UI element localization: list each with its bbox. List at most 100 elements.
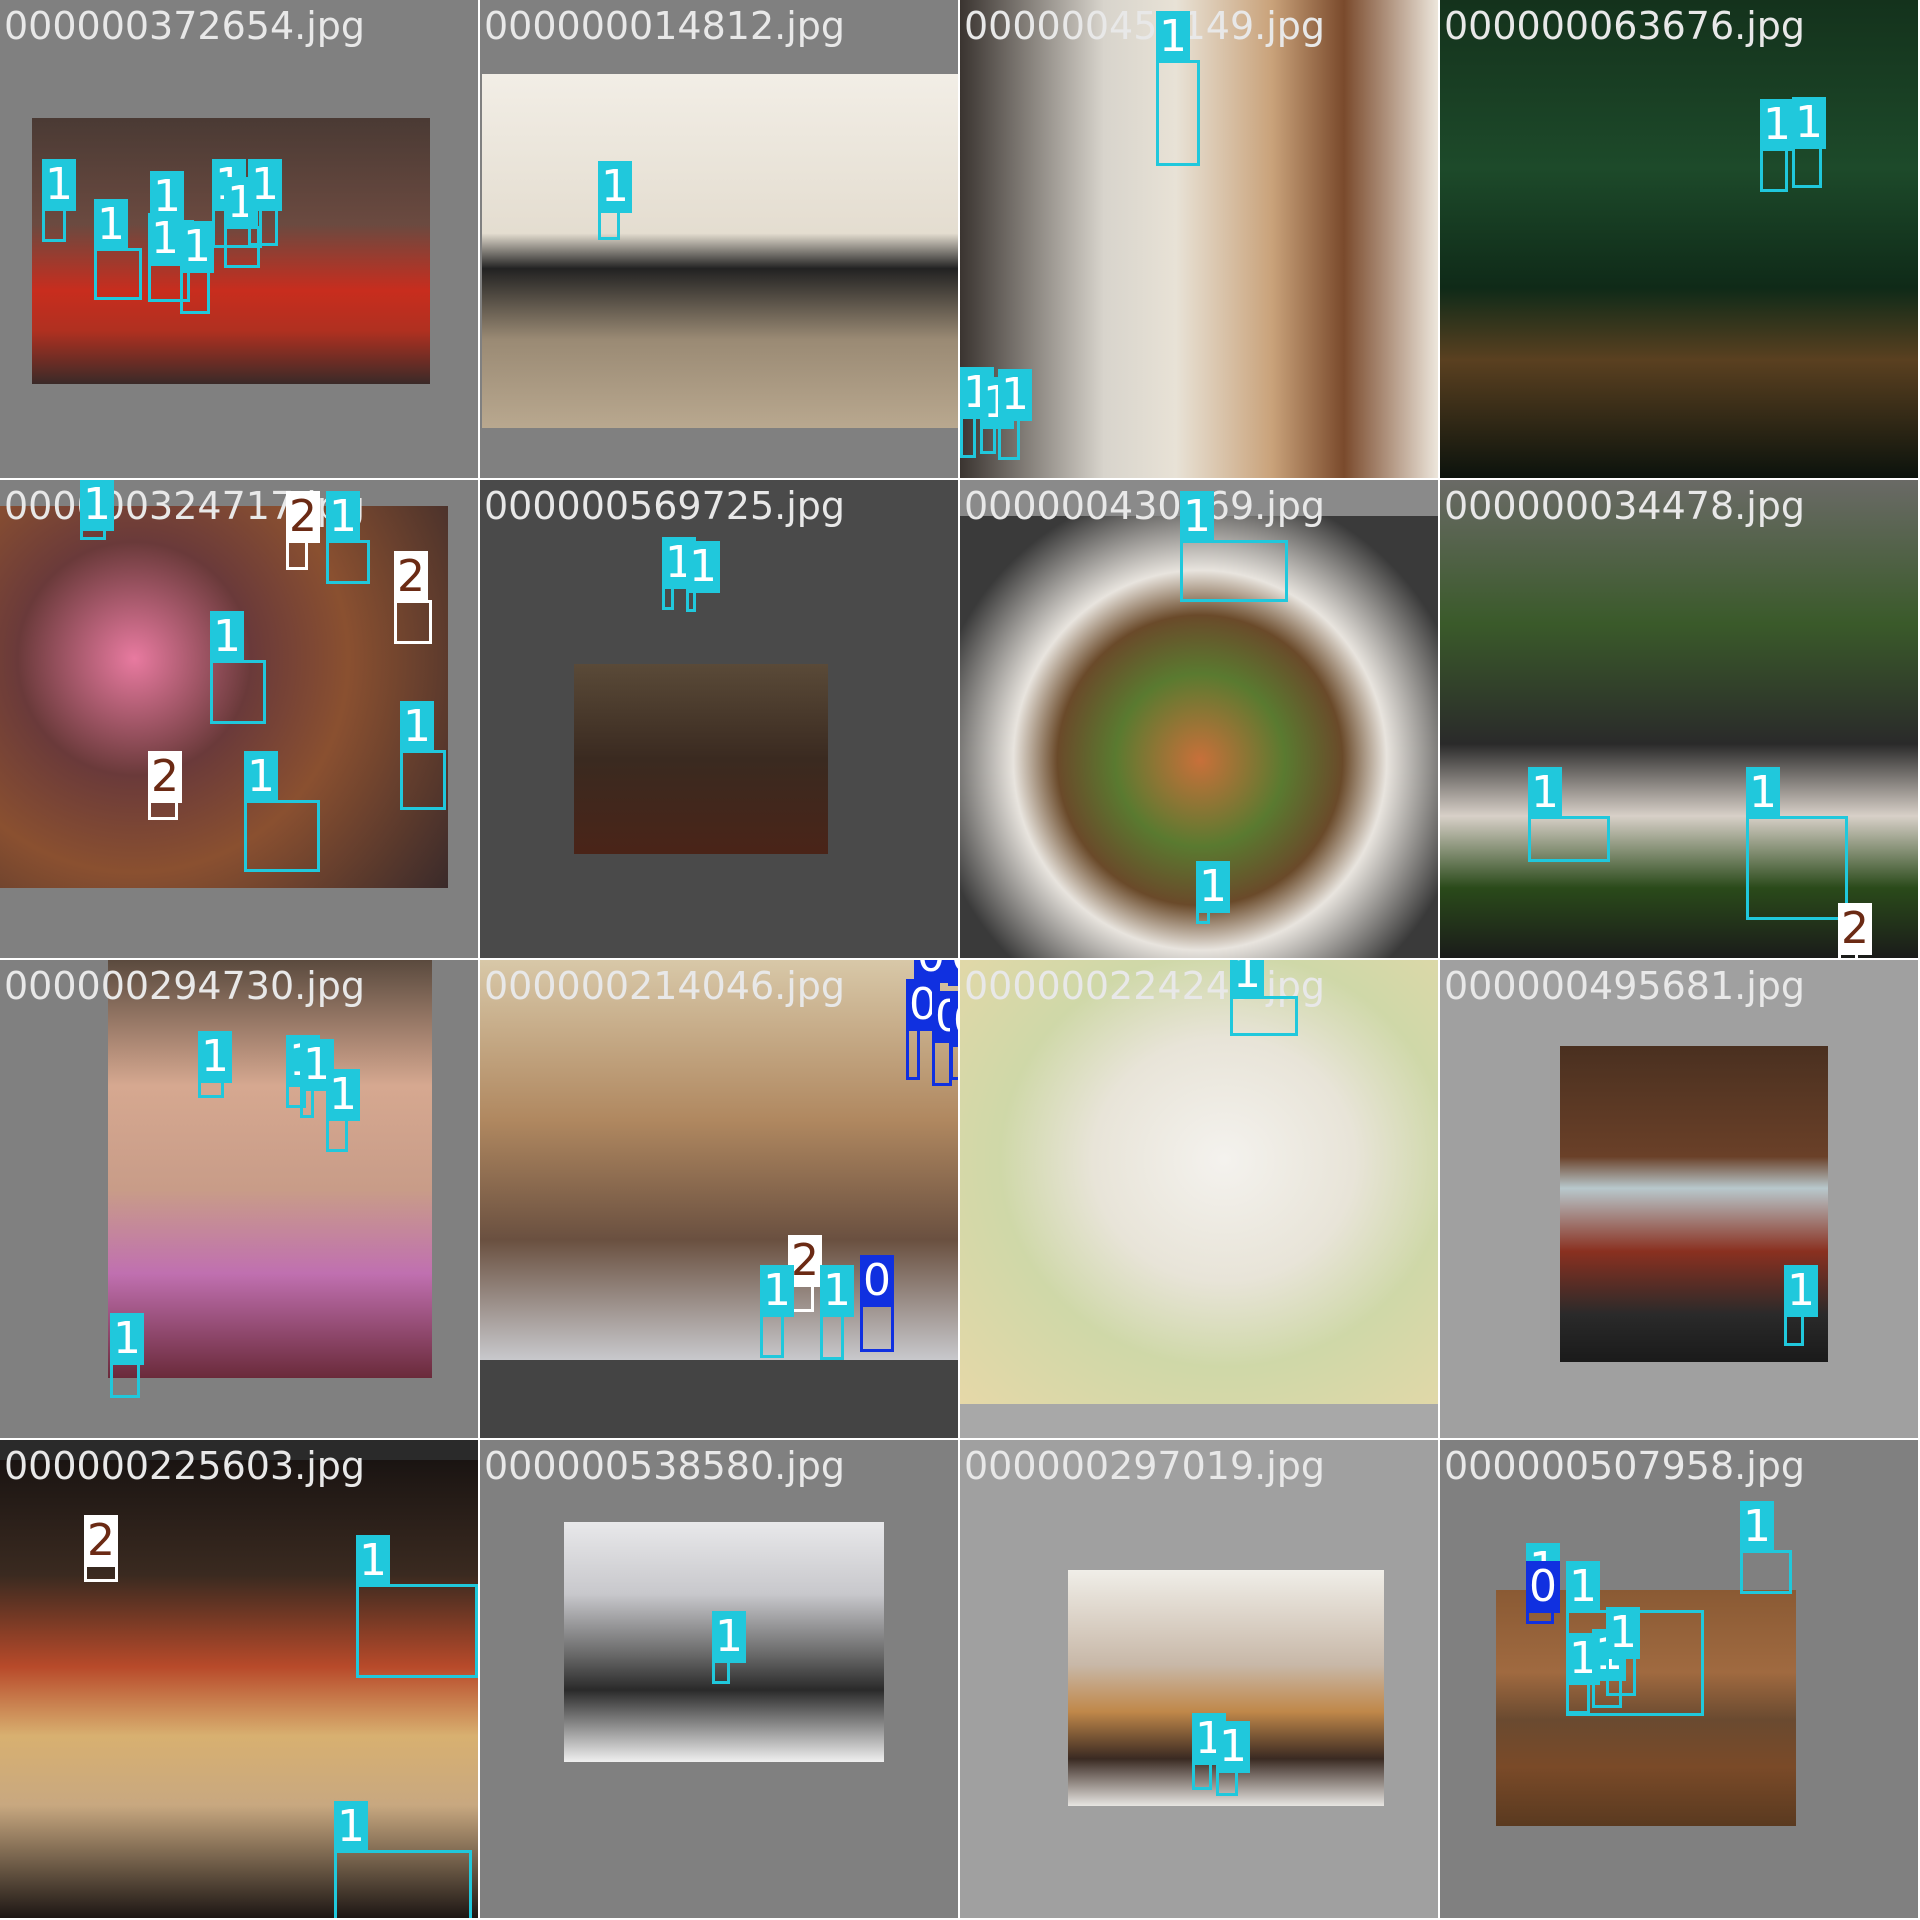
bounding-box: 2 bbox=[148, 751, 182, 820]
bounding-box: 1 bbox=[820, 1265, 854, 1360]
tile-filename: 000000507958.jpg bbox=[1444, 1444, 1805, 1488]
bounding-box: 1 bbox=[80, 480, 114, 540]
tile-filename: 000000455149.jpg bbox=[964, 4, 1325, 48]
mosaic-tile: 000000297019.jpg 1 1 bbox=[960, 1440, 1440, 1920]
tile-filename: 000000214046.jpg bbox=[484, 964, 845, 1008]
mosaic-tile: 000000455149.jpg 1 1 1 1 bbox=[960, 0, 1440, 480]
bounding-box: 1 bbox=[1792, 97, 1826, 188]
bounding-box: 1 bbox=[686, 541, 720, 612]
mosaic-tile: 000000324717.jpg 1 2 1 2 1 1 1 2 bbox=[0, 480, 480, 960]
class-label: 1 bbox=[356, 1535, 390, 1587]
mosaic-tile: 000000372654.jpg11111111 bbox=[0, 0, 480, 480]
class-label: 1 bbox=[598, 161, 632, 213]
bounding-box: 1 bbox=[1606, 1607, 1640, 1696]
tile-photo bbox=[482, 74, 958, 428]
mosaic-tile: 000000538580.jpg 1 bbox=[480, 1440, 960, 1920]
class-label: 1 bbox=[820, 1265, 854, 1317]
mosaic-tile: 000000430469.jpg 1 1 bbox=[960, 480, 1440, 960]
tile-photo bbox=[108, 960, 432, 1378]
class-label: 2 bbox=[394, 551, 428, 603]
mosaic-tile: 000000569725.jpg 1 1 bbox=[480, 480, 960, 960]
bounding-box: 1 bbox=[110, 1313, 144, 1398]
bounding-box: 1 bbox=[42, 159, 76, 242]
class-label: 1 bbox=[326, 1069, 360, 1121]
tile-filename: 000000538580.jpg bbox=[484, 1444, 845, 1488]
tile-photo bbox=[960, 0, 1438, 478]
class-label: 1 bbox=[180, 221, 214, 273]
class-label: 1 bbox=[198, 1031, 232, 1083]
bounding-box: 0 bbox=[948, 960, 958, 986]
bounding-box: 1 bbox=[960, 367, 994, 458]
bounding-box: 2 bbox=[1838, 903, 1872, 958]
bounding-box: 0 bbox=[860, 1255, 894, 1352]
bounding-box: 1 bbox=[662, 537, 696, 610]
bounding-box: 1 bbox=[300, 1039, 334, 1118]
class-label: 1 bbox=[1156, 11, 1190, 63]
bounding-box: 1 bbox=[1746, 767, 1848, 920]
class-label: 1 bbox=[248, 159, 282, 211]
bounding-box: 1 bbox=[1528, 767, 1610, 862]
bounding-box: 1 bbox=[326, 1069, 360, 1152]
bounding-box: 1 bbox=[244, 751, 320, 872]
tile-filename: 000000430469.jpg bbox=[964, 484, 1325, 528]
bounding-box: 1 bbox=[1216, 1721, 1250, 1796]
bounding-box: 1 bbox=[998, 369, 1032, 460]
class-label: 1 bbox=[998, 369, 1032, 421]
class-label: 1 bbox=[1784, 1265, 1818, 1317]
tile-filename: 000000034478.jpg bbox=[1444, 484, 1805, 528]
bounding-box: 1 bbox=[1156, 11, 1200, 166]
bounding-box: 1 bbox=[598, 161, 632, 240]
bounding-box: 1 bbox=[1566, 1633, 1600, 1714]
tile-photo bbox=[960, 960, 1438, 1404]
mosaic-tile: 000000224243.jpg 1 bbox=[960, 960, 1440, 1440]
bounding-box: 1 bbox=[1230, 960, 1298, 1036]
class-label: 1 bbox=[760, 1265, 794, 1317]
class-label: 1 bbox=[400, 701, 434, 753]
tile-filename: 000000014812.jpg bbox=[484, 4, 845, 48]
class-label: 1 bbox=[1740, 1501, 1774, 1553]
bounding-box: 0 bbox=[950, 995, 958, 1080]
class-label: 1 bbox=[1216, 1721, 1250, 1773]
mosaic-tile: 000000063676.jpg 1 1 bbox=[1440, 0, 1920, 480]
tile-filename: 000000569725.jpg bbox=[484, 484, 845, 528]
class-label: 1 bbox=[94, 199, 128, 251]
bounding-box: 1 bbox=[1740, 1501, 1792, 1594]
bounding-box: 1 bbox=[198, 1031, 232, 1098]
class-label: 1 bbox=[110, 1313, 144, 1365]
mosaic-tile: 000000014812.jpg 1 bbox=[480, 0, 960, 480]
class-label: 2 bbox=[286, 491, 320, 543]
class-label: 1 bbox=[42, 159, 76, 211]
bounding-box: 1 bbox=[1196, 861, 1230, 924]
bounding-box: 2 bbox=[84, 1515, 118, 1582]
class-label: 1 bbox=[686, 541, 720, 593]
bounding-box: 0 bbox=[1526, 1561, 1560, 1624]
bounding-box: 1 bbox=[334, 1801, 472, 1918]
tile-filename: 000000297019.jpg bbox=[964, 1444, 1325, 1488]
bounding-box: 1 bbox=[1760, 99, 1794, 192]
class-label: 1 bbox=[210, 611, 244, 663]
bounding-box: 0 bbox=[906, 979, 940, 1080]
class-label: 0 bbox=[948, 960, 958, 983]
class-label: 1 bbox=[148, 213, 182, 265]
class-label: 0 bbox=[950, 995, 958, 1047]
bounding-box: 1 bbox=[210, 611, 266, 724]
class-label: 1 bbox=[712, 1611, 746, 1663]
mosaic-tile: 000000495681.jpg 1 bbox=[1440, 960, 1920, 1440]
class-label: 1 bbox=[244, 751, 278, 803]
tile-filename: 000000372654.jpg bbox=[4, 4, 365, 48]
bounding-box: 1 bbox=[326, 491, 370, 584]
class-label: 2 bbox=[1838, 903, 1872, 955]
bounding-box: 1 bbox=[980, 377, 1014, 454]
class-label: 1 bbox=[1746, 767, 1780, 819]
bounding-box: 0 bbox=[932, 991, 958, 1086]
tile-photo bbox=[574, 664, 828, 854]
tile-filename: 000000495681.jpg bbox=[1444, 964, 1805, 1008]
class-label: 0 bbox=[860, 1255, 894, 1307]
tile-filename: 000000063676.jpg bbox=[1444, 4, 1805, 48]
mosaic-tile: 000000294730.jpg11111 bbox=[0, 960, 480, 1440]
class-label: 1 bbox=[80, 480, 114, 531]
class-label: 2 bbox=[148, 751, 182, 803]
class-label: 1 bbox=[1566, 1561, 1600, 1613]
class-label: 1 bbox=[1180, 491, 1214, 543]
class-label: 1 bbox=[1606, 1607, 1640, 1659]
